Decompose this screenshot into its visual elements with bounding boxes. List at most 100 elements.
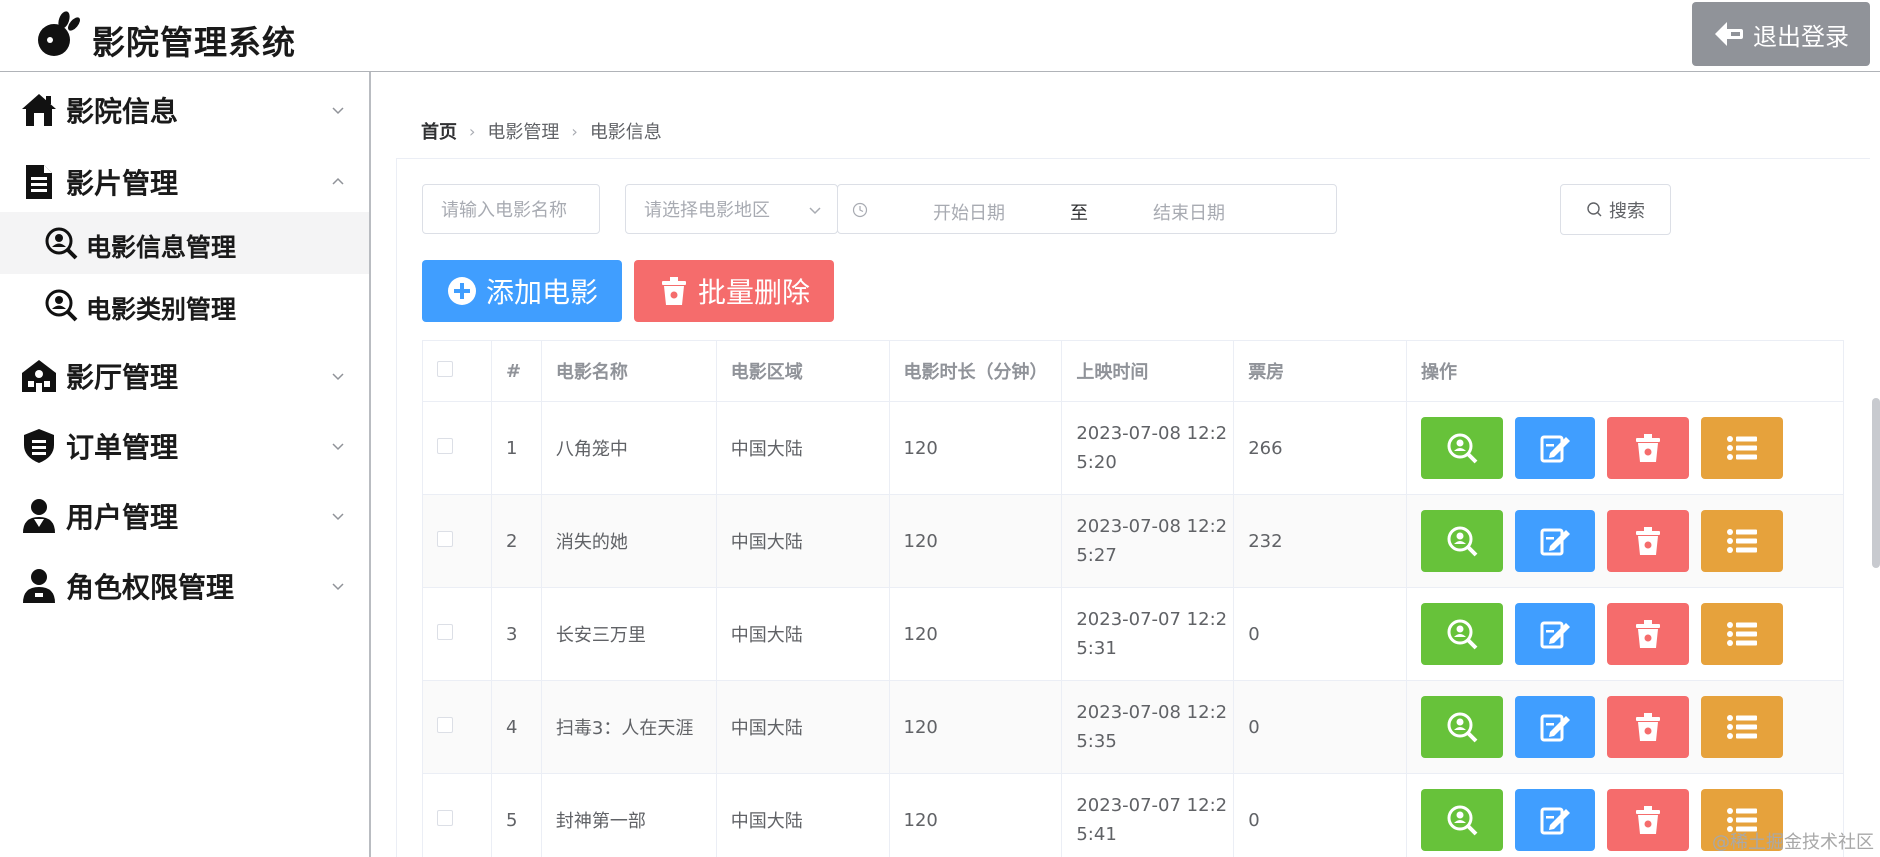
- detail-list-button[interactable]: [1701, 603, 1784, 665]
- table-row[interactable]: 3 长安三万里 中国大陆 120 2023-07-07 12:2 5:31 0: [422, 587, 1844, 681]
- scrollbar-thumb[interactable]: [1872, 398, 1880, 568]
- chevron-down-icon: [332, 107, 344, 115]
- edit-button[interactable]: [1515, 789, 1596, 851]
- detail-list-button[interactable]: [1701, 696, 1784, 758]
- delete-button[interactable]: [1607, 789, 1690, 851]
- row-select-cell: [422, 773, 492, 857]
- sidebar-subitem-movie-info[interactable]: 电影信息管理: [0, 212, 369, 274]
- date-range-picker[interactable]: 开始日期 至 结束日期: [837, 184, 1337, 234]
- edit-icon: [1540, 807, 1571, 835]
- detail-list-button[interactable]: [1701, 510, 1784, 572]
- breadcrumb-separator-icon: ›: [571, 121, 578, 141]
- user-role-icon: [23, 569, 55, 603]
- sidebar-item-role-permission[interactable]: 角色权限管理: [0, 552, 369, 620]
- logout-label: 退出登录: [1753, 22, 1849, 51]
- detail-list-button[interactable]: [1701, 417, 1784, 479]
- movie-duration-cell: 120: [888, 401, 1063, 495]
- edit-button[interactable]: [1515, 696, 1596, 758]
- search-user-icon: [1447, 526, 1478, 557]
- table-header-row: # 电影名称 电影区域 电影时长（分钟） 上映时间 票房 操作: [422, 340, 1844, 402]
- row-checkbox[interactable]: [437, 437, 453, 454]
- list-icon: [1727, 436, 1758, 460]
- breadcrumb-home[interactable]: 首页: [421, 118, 457, 144]
- view-button[interactable]: [1421, 789, 1504, 851]
- select-all-checkbox[interactable]: [437, 360, 453, 377]
- movie-duration-cell: 120: [888, 680, 1063, 774]
- table-row[interactable]: 2 消失的她 中国大陆 120 2023-07-08 12:2 5:27 232: [422, 494, 1844, 588]
- range-separator: 至: [1070, 203, 1088, 224]
- row-checkbox[interactable]: [437, 530, 453, 547]
- column-header: 电影区域: [715, 340, 890, 402]
- breadcrumb: 首页 › 电影管理 › 电影信息: [421, 118, 662, 144]
- start-date-placeholder[interactable]: 开始日期: [933, 199, 1005, 225]
- movie-name-cell: 消失的她: [540, 494, 717, 588]
- row-actions-cell: [1406, 401, 1844, 495]
- sidebar-item-user-management[interactable]: 用户管理: [0, 482, 369, 550]
- column-header: #: [490, 340, 542, 402]
- app-title: 影院管理系统: [92, 23, 296, 62]
- edit-button[interactable]: [1515, 603, 1596, 665]
- view-button[interactable]: [1421, 696, 1504, 758]
- sidebar-item-hall-management[interactable]: 影厅管理: [0, 342, 369, 410]
- column-header: 电影时长（分钟）: [888, 340, 1063, 402]
- release-time-part: 5:20: [1076, 452, 1117, 473]
- row-checkbox[interactable]: [437, 623, 453, 640]
- shield-list-icon: [24, 429, 54, 463]
- breadcrumb-movie-management[interactable]: 电影管理: [487, 118, 559, 144]
- row-checkbox[interactable]: [437, 716, 453, 733]
- list-icon: [1727, 622, 1758, 646]
- view-button[interactable]: [1421, 510, 1504, 572]
- breadcrumb-movie-info: 电影信息: [589, 122, 662, 143]
- edit-button[interactable]: [1515, 417, 1596, 479]
- release-time-part: 2023-07-08 12:2: [1076, 423, 1228, 444]
- batch-delete-label: 批量删除: [697, 276, 810, 309]
- edit-icon: [1540, 528, 1571, 556]
- back-arrow-icon: [1715, 22, 1743, 46]
- row-select-cell: [422, 494, 492, 588]
- delete-button[interactable]: [1607, 696, 1690, 758]
- trash-icon: [1636, 620, 1661, 648]
- search-button[interactable]: 搜索: [1560, 184, 1671, 235]
- movie-name-input[interactable]: 请输入电影名称: [422, 184, 600, 234]
- row-index: 5: [490, 773, 542, 857]
- edit-icon: [1540, 435, 1571, 463]
- logout-button[interactable]: 退出登录: [1692, 2, 1870, 66]
- batch-delete-button[interactable]: 批量删除: [634, 260, 834, 322]
- chevron-down-icon: [332, 443, 344, 451]
- end-date-placeholder[interactable]: 结束日期: [1153, 199, 1225, 225]
- movie-duration-cell: 120: [888, 494, 1063, 588]
- movie-name-cell: 封神第一部: [540, 773, 717, 857]
- movie-name-placeholder: 请输入电影名称: [441, 200, 567, 221]
- sidebar-item-order-management[interactable]: 订单管理: [0, 412, 369, 480]
- add-movie-button[interactable]: 添加电影: [422, 260, 622, 322]
- table-row[interactable]: 4 扫毒3：人在天涯 中国大陆 120 2023-07-08 12:2 5:35 0: [422, 680, 1844, 774]
- table-row[interactable]: 5 封神第一部 中国大陆 120 2023-07-07 12:2 5:41 0: [422, 773, 1844, 857]
- row-checkbox[interactable]: [437, 809, 453, 826]
- row-index: 3: [490, 587, 542, 681]
- edit-button[interactable]: [1515, 510, 1596, 572]
- chevron-down-icon: [332, 373, 344, 381]
- movie-table: # 电影名称 电影区域 电影时长（分钟） 上映时间 票房 操作 1 八角笼中 中国大…: [422, 340, 1844, 857]
- row-actions: [1421, 603, 1843, 665]
- sidebar-item-cinema-info[interactable]: 影院信息: [0, 76, 369, 144]
- delete-button[interactable]: [1607, 603, 1690, 665]
- region-placeholder: 请选择电影地区: [644, 200, 770, 221]
- movie-region-cell: 中国大陆: [715, 773, 890, 857]
- search-user-icon: [45, 289, 78, 322]
- trash-icon: [1636, 806, 1661, 834]
- delete-button[interactable]: [1607, 417, 1690, 479]
- release-time-part: 2023-07-07 12:2: [1076, 609, 1228, 630]
- delete-button[interactable]: [1607, 510, 1690, 572]
- table-row[interactable]: 1 八角笼中 中国大陆 120 2023-07-08 12:2 5:20 266: [422, 401, 1844, 495]
- sidebar-item-label: 用户管理: [66, 501, 179, 534]
- column-header: 电影名称: [540, 340, 717, 402]
- chevron-down-icon: [332, 583, 344, 591]
- sidebar-item-movie-management[interactable]: 影片管理: [0, 148, 369, 216]
- region-select[interactable]: 请选择电影地区: [625, 184, 838, 234]
- movie-region-cell: 中国大陆: [715, 494, 890, 588]
- release-time-part: 5:27: [1076, 545, 1117, 566]
- view-button[interactable]: [1421, 603, 1504, 665]
- sidebar-subitem-movie-category[interactable]: 电影类别管理: [0, 274, 369, 336]
- search-user-icon: [1447, 619, 1478, 650]
- view-button[interactable]: [1421, 417, 1504, 479]
